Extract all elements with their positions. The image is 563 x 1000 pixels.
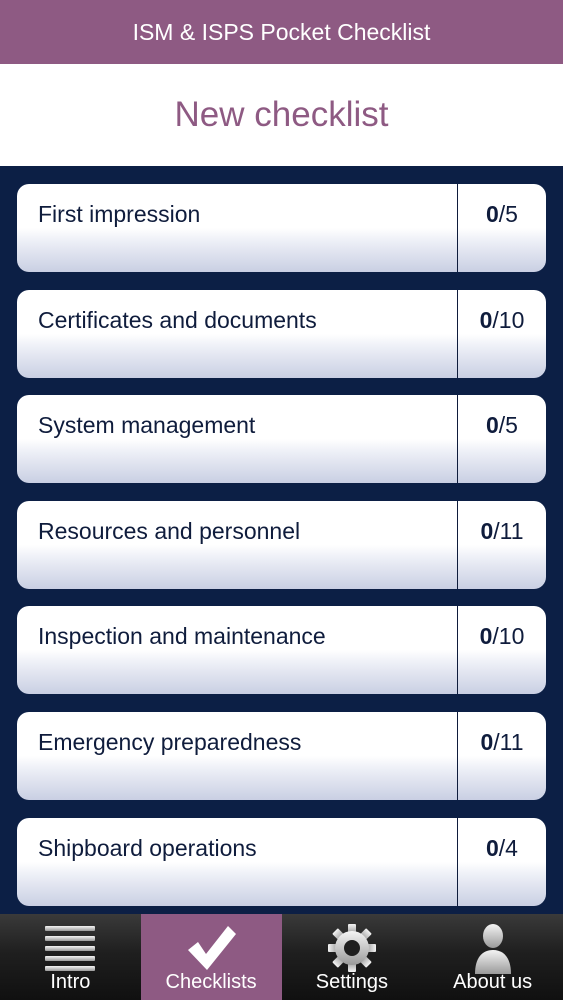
checklist-row-certificates[interactable]: Certificates and documents 0/10 [17, 290, 546, 378]
checklist-row-label: First impression [38, 201, 201, 227]
tab-settings[interactable]: Settings [282, 914, 423, 1000]
count-done: 0 [480, 518, 494, 544]
checklist-row-label: System management [38, 412, 256, 438]
tab-bar: Intro Checklists Settings About us [0, 914, 563, 1000]
count-done: 0 [479, 623, 493, 649]
checklist-row-emergency[interactable]: Emergency preparedness 0/11 [17, 712, 546, 800]
tab-about-us[interactable]: About us [422, 914, 563, 1000]
count-total: /10 [492, 307, 525, 333]
checklist-row-resources[interactable]: Resources and personnel 0/11 [17, 501, 546, 589]
checklist-row-label: Certificates and documents [38, 307, 317, 333]
count-total: /10 [492, 623, 525, 649]
count-done: 0 [486, 412, 499, 438]
page-title: New checklist [174, 95, 389, 134]
count-done: 0 [486, 835, 499, 861]
checklist-row-count: 0/5 [458, 395, 546, 483]
app-header: ISM & ISPS Pocket Checklist [0, 0, 563, 64]
page-title-bar: New checklist [0, 64, 563, 166]
checklist-row-label: Inspection and maintenance [38, 623, 326, 649]
count-total: /11 [493, 729, 524, 755]
tab-checklists[interactable]: Checklists [140, 914, 282, 1000]
checklist-row-label: Emergency preparedness [38, 729, 302, 755]
checklist-row-system-management[interactable]: System management 0/5 [17, 395, 546, 483]
checklist-row-inspection[interactable]: Inspection and maintenance 0/10 [17, 606, 546, 694]
checklist-row-shipboard[interactable]: Shipboard operations 0/4 [17, 818, 546, 906]
checklist-row-count: 0/5 [458, 184, 546, 272]
checklist-row-count: 0/11 [458, 501, 546, 589]
checklist-row-count: 0/10 [458, 606, 546, 694]
checklist-row-count: 0/10 [458, 290, 546, 378]
tab-label: Checklists [165, 971, 257, 993]
gear-icon [327, 924, 376, 972]
app-title: ISM & ISPS Pocket Checklist [132, 18, 431, 45]
checklist-row-count: 0/11 [458, 712, 546, 800]
tab-intro[interactable]: Intro [0, 914, 141, 1000]
checklist-row-label: Resources and personnel [38, 518, 301, 544]
checklist-row-label: Shipboard operations [38, 835, 257, 861]
count-done: 0 [479, 307, 493, 333]
count-total: /11 [493, 518, 524, 544]
checklist-row-first-impression[interactable]: First impression 0/5 [17, 184, 546, 272]
tab-label: Settings [315, 971, 388, 993]
count-done: 0 [486, 201, 499, 227]
tab-label: About us [453, 971, 533, 993]
count-done: 0 [480, 729, 494, 755]
checkmark-icon [188, 926, 237, 970]
count-total: /5 [498, 412, 518, 438]
person-icon [474, 924, 511, 974]
checklist-list[interactable]: First impression 0/5 Certificates and do… [0, 166, 563, 914]
count-total: /4 [498, 835, 518, 861]
count-total: /5 [498, 201, 518, 227]
menu-lines-icon [45, 926, 96, 971]
tab-label: Intro [50, 971, 91, 993]
checklist-row-count: 0/4 [458, 818, 546, 906]
